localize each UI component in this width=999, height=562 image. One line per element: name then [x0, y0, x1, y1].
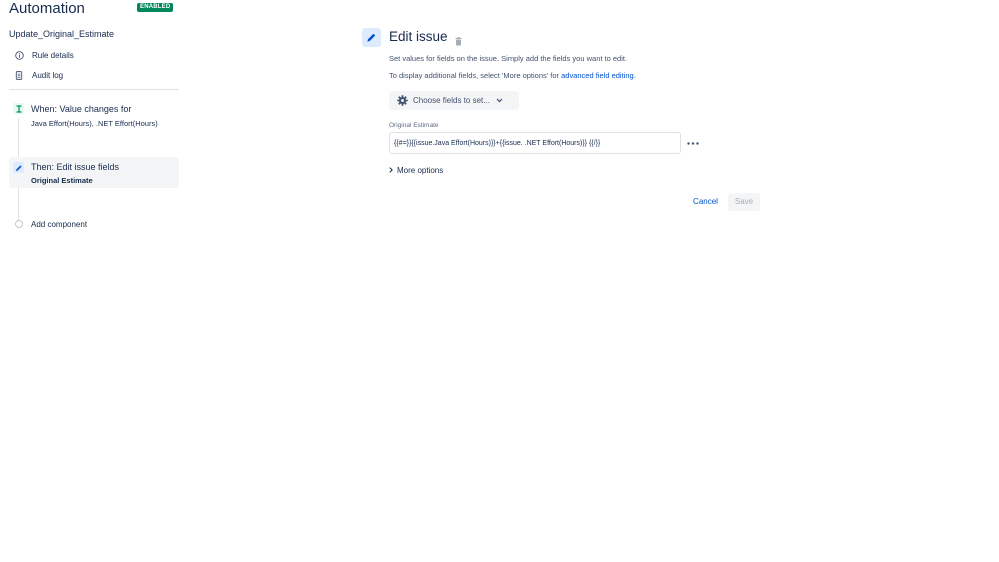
trigger-title: When: Value changes for — [31, 104, 132, 114]
advanced-prefix: To display additional fields, select 'Mo… — [389, 71, 562, 80]
nav-item-label: Rule details — [32, 50, 74, 60]
chevron-down-icon — [496, 98, 503, 103]
nav-item-rule-details[interactable]: Rule details — [14, 48, 74, 62]
action-title: Then: Edit issue fields — [31, 162, 120, 172]
nav-item-audit-log[interactable]: Audit log — [14, 68, 63, 82]
original-estimate-label: Original Estimate — [389, 122, 439, 129]
trigger-icon — [13, 103, 24, 114]
panel-description: Set values for fields on the issue. Simp… — [389, 54, 628, 63]
trigger-subtitle: Java Effort(Hours), .NET Effort(Hours) — [31, 119, 158, 128]
panel-description-advanced: To display additional fields, select 'Mo… — [389, 71, 636, 80]
advanced-field-editing-link[interactable]: advanced field editing — [561, 71, 634, 80]
advanced-suffix: . — [633, 71, 636, 80]
more-actions-icon[interactable] — [687, 137, 699, 149]
add-component-button[interactable]: Add component — [31, 220, 87, 229]
gear-icon — [397, 95, 408, 106]
save-button[interactable]: Save — [728, 193, 760, 211]
divider — [9, 89, 179, 90]
action-subtitle: Original Estimate — [31, 176, 93, 185]
choose-fields-dropdown[interactable]: Choose fields to set... — [389, 91, 519, 110]
rule-name: Update_Original_Estimate — [9, 29, 115, 39]
status-badge: ENABLED — [137, 3, 174, 12]
nav-item-label: Audit log — [32, 70, 64, 80]
panel-title: Edit issue — [389, 29, 448, 44]
add-component-circle — [15, 220, 23, 228]
more-options-toggle[interactable]: More options — [389, 166, 443, 175]
chevron-right-icon — [389, 166, 393, 175]
edit-pencil-icon — [362, 28, 381, 47]
more-options-label: More options — [397, 166, 444, 175]
action-step[interactable]: Then: Edit issue fields Original Estimat… — [9, 157, 179, 188]
trash-icon[interactable] — [455, 33, 462, 46]
cancel-button[interactable]: Cancel — [689, 193, 722, 211]
document-icon — [14, 70, 24, 80]
choose-fields-label: Choose fields to set... — [413, 96, 490, 105]
pencil-icon — [13, 162, 24, 173]
info-icon — [14, 50, 24, 60]
original-estimate-input[interactable]: {{#=}}{{issue.Java Effort(Hours)}}+{{iss… — [389, 132, 681, 154]
trigger-step[interactable]: When: Value changes for Java Effort(Hour… — [9, 100, 179, 134]
app-title: Automation — [9, 0, 85, 17]
